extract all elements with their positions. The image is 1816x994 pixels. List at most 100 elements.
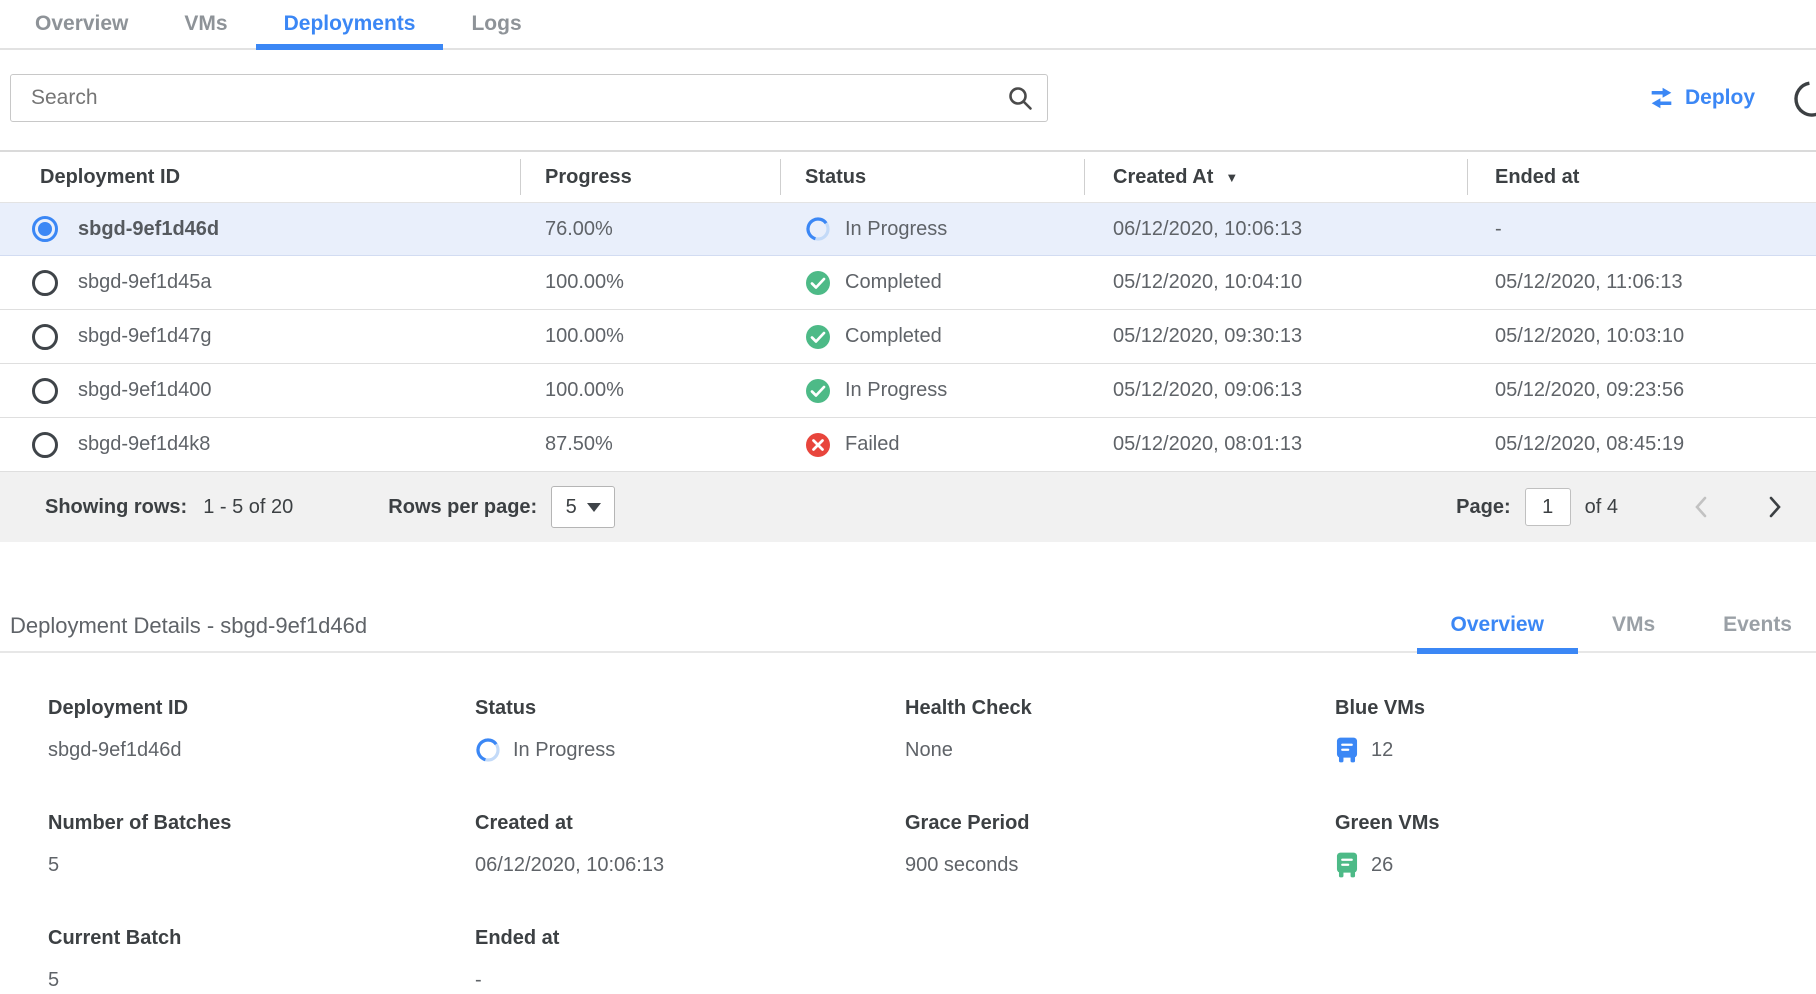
progress-value: 100.00% — [520, 379, 780, 402]
detail-field-label: Health Check — [905, 697, 1335, 720]
detail-field-value: sbgd-9ef1d46d — [48, 739, 181, 762]
search-icon — [1006, 84, 1034, 112]
radio-button[interactable] — [32, 378, 58, 404]
table-footer: Showing rows: 1 - 5 of 20 Rows per page:… — [0, 472, 1816, 542]
deployment-id: sbgd-9ef1d46d — [78, 218, 219, 241]
search-box — [10, 74, 1048, 122]
deployment-details-header: Deployment Details - sbgd-9ef1d46d Overv… — [0, 600, 1816, 653]
previous-page-button[interactable] — [1690, 494, 1714, 520]
detail-field-label: Deployment ID — [48, 697, 475, 720]
detail-field-label: Green VMs — [1335, 812, 1816, 835]
check-circle-icon — [805, 324, 831, 350]
created-at-value: 06/12/2020, 10:06:13 — [1084, 218, 1467, 241]
deployment-details-grid: Deployment ID sbgd-9ef1d46d Status In Progr… — [0, 653, 1816, 992]
created-at-value: 05/12/2020, 09:06:13 — [1084, 379, 1467, 402]
error-circle-icon — [805, 432, 831, 458]
refresh-icon[interactable] — [1792, 79, 1816, 119]
detail-field-label: Ended at — [475, 927, 905, 950]
table-row[interactable]: sbgd-9ef1d47g100.00%Completed05/12/2020,… — [0, 310, 1816, 364]
table-row[interactable]: sbgd-9ef1d46d76.00%In Progress06/12/2020… — [0, 202, 1816, 256]
progress-value: 87.50% — [520, 433, 780, 456]
status-text: Completed — [845, 271, 942, 294]
detail-field-label: Created at — [475, 812, 905, 835]
progress-value: 76.00% — [520, 218, 780, 241]
ended-at-value: 05/12/2020, 10:03:10 — [1467, 325, 1816, 348]
ended-at-value: 05/12/2020, 08:45:19 — [1467, 433, 1816, 456]
detail-field-label: Status — [475, 697, 905, 720]
details-tab-overview[interactable]: Overview — [1417, 599, 1578, 652]
radio-button[interactable] — [32, 216, 58, 242]
detail-field: Blue VMs12 — [1335, 697, 1816, 764]
detail-field: Deployment ID sbgd-9ef1d46d — [48, 697, 475, 764]
showing-rows-label: Showing rows: — [45, 496, 187, 519]
page-total-label: of 4 — [1585, 496, 1618, 519]
sort-descending-icon: ▼ — [1225, 170, 1238, 185]
detail-field-label: Blue VMs — [1335, 697, 1816, 720]
detail-field: Current Batch 5 — [48, 927, 475, 994]
created-at-value: 05/12/2020, 08:01:13 — [1084, 433, 1467, 456]
ended-at-value: 05/12/2020, 09:23:56 — [1467, 379, 1816, 402]
deployment-id: sbgd-9ef1d4k8 — [78, 433, 210, 456]
next-page-button[interactable] — [1762, 494, 1786, 520]
table-body: sbgd-9ef1d46d 76.00% In Progress 06/12/2020… — [0, 202, 1816, 472]
dropdown-caret-icon — [587, 503, 601, 512]
tab-logs[interactable]: Logs — [443, 0, 549, 48]
detail-field-value: 5 — [48, 854, 59, 877]
table-row[interactable]: sbgd-9ef1d400 100.00% In Progress 05/12/202… — [0, 364, 1816, 418]
deployment-id: sbgd-9ef1d45a — [78, 271, 211, 294]
page-label: Page: — [1456, 496, 1510, 519]
details-tab-vms[interactable]: VMs — [1578, 599, 1689, 652]
detail-field: Ended at - — [475, 927, 905, 994]
deployments-table: Deployment ID Progress Status Created At… — [0, 150, 1816, 542]
radio-button[interactable] — [32, 432, 58, 458]
column-header-progress: Progress — [520, 152, 780, 202]
swap-arrows-deploy-icon — [1648, 86, 1675, 110]
vm-server-icon — [1335, 737, 1359, 763]
tab-deployments[interactable]: Deployments — [256, 0, 444, 48]
tab-vms[interactable]: VMs — [156, 0, 255, 48]
status-text: Failed — [845, 433, 899, 456]
rows-per-page-label: Rows per page: — [388, 496, 537, 519]
detail-field-label: Current Batch — [48, 927, 475, 950]
search-input[interactable] — [10, 74, 1048, 122]
detail-field: Number of Batches 5 — [48, 812, 475, 879]
detail-field-value: 900 seconds — [905, 854, 1018, 877]
top-tab-bar: OverviewVMsDeploymentsLogs — [0, 0, 1816, 50]
detail-field: Grace Period 900 seconds — [905, 812, 1335, 879]
ended-at-value: 05/12/2020, 11:06:13 — [1467, 271, 1816, 294]
detail-field-label: Number of Batches — [48, 812, 475, 835]
table-header-row: Deployment ID Progress Status Created At… — [0, 152, 1816, 202]
radio-button[interactable] — [32, 270, 58, 296]
page-number-input[interactable] — [1525, 488, 1571, 526]
in-progress-spinner-icon — [475, 737, 501, 763]
table-row[interactable]: sbgd-9ef1d45a100.00%Completed05/12/2020,… — [0, 256, 1816, 310]
detail-field-value: 26 — [1371, 854, 1393, 877]
detail-field-value: - — [475, 969, 482, 992]
details-tab-events[interactable]: Events — [1689, 599, 1816, 652]
radio-button[interactable] — [32, 324, 58, 350]
deployment-id: sbgd-9ef1d400 — [78, 379, 211, 402]
deploy-button[interactable]: Deploy — [1648, 74, 1755, 122]
detail-field-value: 5 — [48, 969, 59, 992]
column-header-created-at[interactable]: Created At ▼ — [1084, 152, 1467, 202]
showing-rows-value: 1 - 5 of 20 — [203, 496, 293, 519]
tab-overview[interactable]: Overview — [7, 0, 156, 48]
created-at-value: 05/12/2020, 10:04:10 — [1084, 271, 1467, 294]
detail-field-label: Grace Period — [905, 812, 1335, 835]
table-row[interactable]: sbgd-9ef1d4k8 87.50% Failed 05/12/2020, 08:… — [0, 418, 1816, 472]
rows-per-page-select[interactable]: 5 — [551, 486, 615, 528]
detail-field-value: None — [905, 739, 953, 762]
status-text: In Progress — [845, 379, 947, 402]
rows-per-page-value: 5 — [566, 496, 577, 519]
detail-field: Green VMs 26 — [1335, 812, 1816, 879]
column-header-status: Status — [780, 152, 1084, 202]
details-tab-bar: OverviewVMsEvents — [1417, 599, 1816, 652]
column-header-ended-at: Ended at — [1467, 152, 1816, 202]
vm-server-icon — [1335, 852, 1359, 878]
status-text: Completed — [845, 325, 942, 348]
deploy-button-label: Deploy — [1685, 86, 1755, 110]
check-circle-icon — [805, 270, 831, 296]
check-circle-icon — [805, 378, 831, 404]
detail-field: Health Check None — [905, 697, 1335, 764]
detail-field-value: In Progress — [513, 739, 615, 762]
